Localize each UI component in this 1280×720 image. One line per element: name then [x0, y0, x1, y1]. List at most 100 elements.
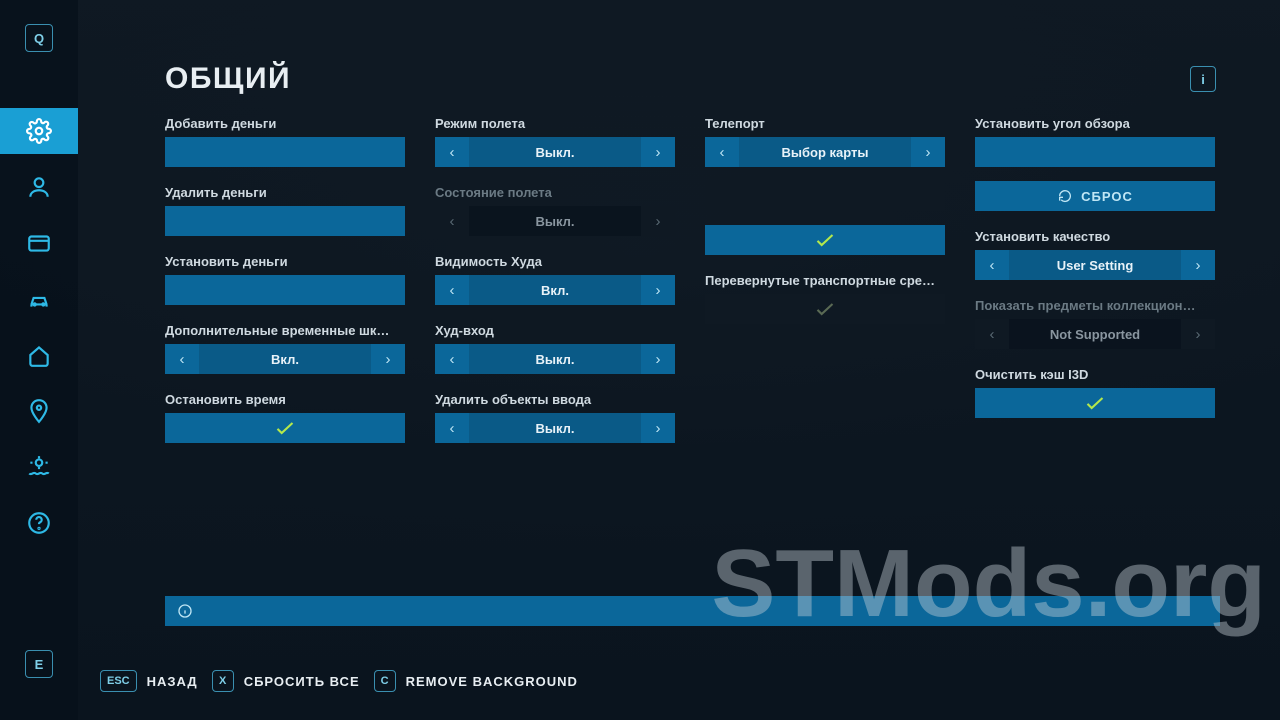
input-add-money[interactable] [165, 137, 405, 167]
chevron-left-icon[interactable]: ‹ [165, 344, 199, 374]
sidebar-item-settings[interactable] [0, 108, 78, 154]
selector-flight-state: ‹ Выкл. › [435, 206, 675, 236]
input-remove-money[interactable] [165, 206, 405, 236]
selector-value: User Setting [1009, 250, 1181, 280]
selector-show-collectibles: ‹ Not Supported › [975, 319, 1215, 349]
input-set-money[interactable] [165, 275, 405, 305]
help-icon [26, 510, 52, 536]
chevron-right-icon: › [641, 206, 675, 236]
label-extra-timescale: Дополнительные временные шк… [165, 323, 405, 338]
chevron-right-icon[interactable]: › [1181, 250, 1215, 280]
sidebar-bottom-key[interactable]: E [25, 650, 53, 678]
label-clear-cache: Очистить кэш I3D [975, 367, 1215, 382]
gear-icon [26, 118, 52, 144]
column-money: Добавить деньги Удалить деньги Установит… [165, 112, 405, 457]
selector-value: Выкл. [469, 413, 641, 443]
sidebar-item-field[interactable] [0, 388, 78, 434]
sidebar-item-farm[interactable] [0, 332, 78, 378]
label-flight-mode: Режим полета [435, 116, 675, 131]
chevron-left-icon: ‹ [975, 319, 1009, 349]
selector-extra-timescale[interactable]: ‹ Вкл. › [165, 344, 405, 374]
sidebar-item-vehicle[interactable] [0, 276, 78, 322]
selector-value: Вкл. [469, 275, 641, 305]
sidebar-item-environment[interactable] [0, 444, 78, 490]
sun-water-icon [26, 454, 52, 480]
refresh-icon [1057, 188, 1073, 204]
footer-back[interactable]: ESC НАЗАД [98, 668, 200, 694]
label-teleport: Телепорт [705, 116, 945, 131]
key-c: C [374, 670, 396, 692]
chevron-right-icon: › [1181, 319, 1215, 349]
footer-remove-bg[interactable]: C REMOVE BACKGROUND [372, 668, 580, 694]
footer-back-label: НАЗАД [147, 674, 198, 689]
chevron-right-icon[interactable]: › [371, 344, 405, 374]
sidebar: Q E [0, 0, 78, 720]
chevron-left-icon[interactable]: ‹ [705, 137, 739, 167]
button-stop-time[interactable] [165, 413, 405, 443]
selector-delete-inputs[interactable]: ‹ Выкл. › [435, 413, 675, 443]
button-teleport-confirm[interactable] [705, 225, 945, 255]
sidebar-item-player[interactable] [0, 164, 78, 210]
button-reset-fov[interactable]: СБРОС [975, 181, 1215, 211]
chevron-left-icon[interactable]: ‹ [435, 137, 469, 167]
selector-value: Выкл. [469, 206, 641, 236]
main-header: ОБЩИЙ [165, 62, 1220, 96]
selector-value: Not Supported [1009, 319, 1181, 349]
label-hud-visibility: Видимость Худа [435, 254, 675, 269]
chevron-left-icon[interactable]: ‹ [435, 344, 469, 374]
info-button[interactable]: i [1190, 66, 1216, 92]
chevron-left-icon[interactable]: ‹ [435, 413, 469, 443]
label-set-fov: Установить угол обзора [975, 116, 1215, 131]
selector-value: Выкл. [469, 137, 641, 167]
label-tip-vehicles: Перевернутые транспортные сре… [705, 273, 945, 288]
selector-value: Вкл. [199, 344, 371, 374]
chevron-left-icon[interactable]: ‹ [975, 250, 1009, 280]
check-icon [815, 232, 835, 248]
label-set-quality: Установить качество [975, 229, 1215, 244]
selector-hud-visibility[interactable]: ‹ Вкл. › [435, 275, 675, 305]
column-view-quality: Установить угол обзора СБРОС Установить … [975, 112, 1215, 457]
footer-reset-label: СБРОСИТЬ ВСЕ [244, 674, 360, 689]
card-icon [26, 230, 52, 256]
chevron-left-icon[interactable]: ‹ [435, 275, 469, 305]
chevron-right-icon[interactable]: › [641, 275, 675, 305]
chevron-right-icon[interactable]: › [641, 344, 675, 374]
column-teleport: Телепорт ‹ Выбор карты › Перевернутые тр… [705, 112, 945, 457]
sidebar-top-key[interactable]: Q [25, 24, 53, 52]
column-flight-hud: Режим полета ‹ Выкл. › Состояние полета … [435, 112, 675, 457]
chevron-right-icon[interactable]: › [641, 413, 675, 443]
button-clear-cache[interactable] [975, 388, 1215, 418]
label-remove-money: Удалить деньги [165, 185, 405, 200]
selector-teleport[interactable]: ‹ Выбор карты › [705, 137, 945, 167]
sidebar-item-finance[interactable] [0, 220, 78, 266]
input-set-fov[interactable] [975, 137, 1215, 167]
label-show-collectibles: Показать предметы коллекцион… [975, 298, 1215, 313]
label-flight-state: Состояние полета [435, 185, 675, 200]
sidebar-item-help[interactable] [0, 500, 78, 546]
chevron-right-icon[interactable]: › [911, 137, 945, 167]
page-title: ОБЩИЙ [165, 62, 1220, 96]
label-set-money: Установить деньги [165, 254, 405, 269]
reset-label: СБРОС [1081, 189, 1133, 204]
info-strip [165, 596, 1220, 626]
label-hud-input: Худ-вход [435, 323, 675, 338]
selector-set-quality[interactable]: ‹ User Setting › [975, 250, 1215, 280]
selector-flight-mode[interactable]: ‹ Выкл. › [435, 137, 675, 167]
chevron-right-icon[interactable]: › [641, 137, 675, 167]
footer-bg-label: REMOVE BACKGROUND [406, 674, 578, 689]
key-x: X [212, 670, 234, 692]
key-esc: ESC [100, 670, 137, 692]
car-icon [26, 286, 52, 312]
user-icon [26, 174, 52, 200]
chevron-left-icon: ‹ [435, 206, 469, 236]
check-icon [815, 301, 835, 317]
info-icon [177, 603, 193, 619]
footer-hints: ESC НАЗАД X СБРОСИТЬ ВСЕ C REMOVE BACKGR… [98, 668, 580, 694]
home-icon [26, 342, 52, 368]
check-icon [1085, 395, 1105, 411]
button-tip-vehicles[interactable] [705, 294, 945, 324]
footer-reset-all[interactable]: X СБРОСИТЬ ВСЕ [210, 668, 362, 694]
input-teleport-target[interactable] [705, 181, 945, 211]
check-icon [275, 420, 295, 436]
selector-hud-input[interactable]: ‹ Выкл. › [435, 344, 675, 374]
